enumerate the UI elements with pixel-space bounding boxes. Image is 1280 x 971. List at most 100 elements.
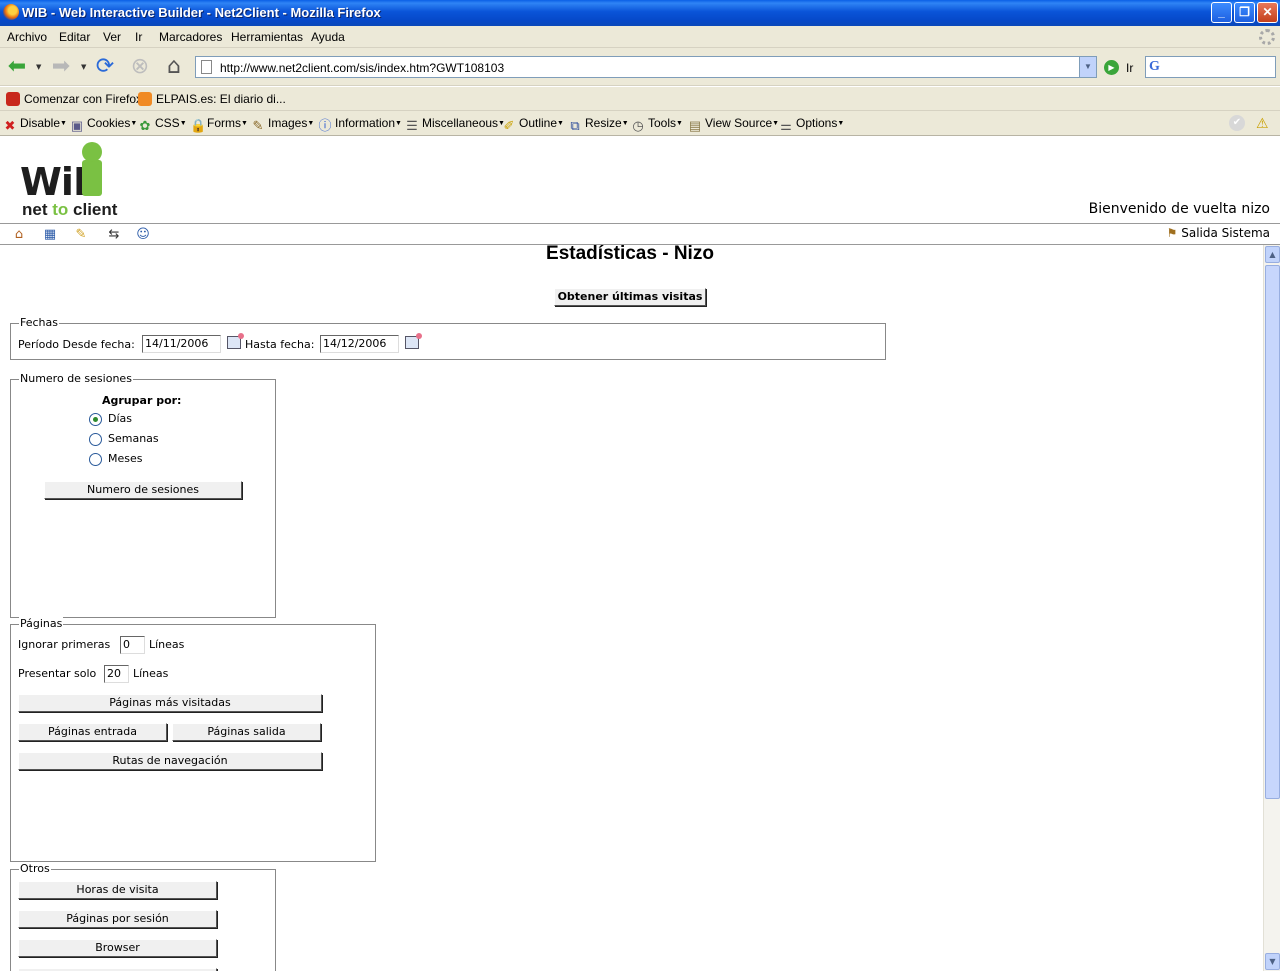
menu-ayuda[interactable]: Ayuda xyxy=(311,30,345,44)
home-app-icon[interactable]: ⌂ xyxy=(10,226,28,243)
browser-button[interactable]: Browser xyxy=(18,939,217,957)
page-icon xyxy=(201,60,212,74)
devtool-view-source[interactable]: ▤ View Source▼ xyxy=(688,116,779,133)
menu-marcadores[interactable]: Marcadores xyxy=(159,30,222,44)
menu-ver[interactable]: Ver xyxy=(103,30,121,44)
radio-meses[interactable] xyxy=(89,453,102,466)
menu-editar[interactable]: Editar xyxy=(59,30,90,44)
from-date-input[interactable]: 14/11/2006 xyxy=(142,335,221,353)
paginas-legend: Páginas xyxy=(19,617,64,630)
logo-i-bar xyxy=(82,160,102,196)
latest-visits-button[interactable]: Obtener últimas visitas xyxy=(554,288,706,306)
devtool-label: Outline xyxy=(519,116,558,130)
devtool-tools[interactable]: ◷ Tools▼ xyxy=(631,116,683,133)
home-button[interactable]: ⌂ xyxy=(161,54,187,80)
link-app-icon[interactable]: ⇆ xyxy=(101,226,127,243)
radio-semanas[interactable] xyxy=(89,433,102,446)
back-history-dropdown[interactable]: ▼ xyxy=(36,63,41,71)
scroll-down-button[interactable]: ▼ xyxy=(1265,953,1280,970)
show-only-label: Presentar solo xyxy=(18,667,97,680)
navigation-routes-button[interactable]: Rutas de navegación xyxy=(18,752,322,770)
url-history-dropdown[interactable]: ▼ xyxy=(1079,57,1096,77)
exit-pages-button[interactable]: Páginas salida xyxy=(172,723,321,741)
devtool-cookies[interactable]: ▣ Cookies▼ xyxy=(70,116,137,133)
rss-icon xyxy=(138,92,152,106)
options-icon: ⚌ xyxy=(780,118,792,133)
entry-pages-button[interactable]: Páginas entrada xyxy=(18,723,167,741)
warning-icon[interactable]: ⚠ xyxy=(1256,115,1269,132)
maximize-button[interactable]: ❐ xyxy=(1234,2,1255,23)
pages-per-session-button[interactable]: Páginas por sesión xyxy=(18,910,217,928)
to-date-label: Hasta fecha: xyxy=(245,338,315,351)
devtool-options[interactable]: ⚌ Options▼ xyxy=(779,116,844,133)
back-button[interactable]: ⬅ xyxy=(4,54,30,80)
ignore-first-input[interactable]: 0 xyxy=(120,636,145,654)
visit-hours-button[interactable]: Horas de visita xyxy=(18,881,217,899)
view-source-icon: ▤ xyxy=(688,118,702,133)
devtool-resize[interactable]: ⧉ Resize▼ xyxy=(568,116,628,133)
go-icon[interactable]: ▶ xyxy=(1104,60,1119,75)
devtool-css[interactable]: ✿ CSS▼ xyxy=(138,116,187,133)
resize-icon: ⧉ xyxy=(570,118,580,133)
scroll-up-button[interactable]: ▲ xyxy=(1265,246,1280,263)
miscellaneous-icon: ☰ xyxy=(406,118,418,133)
from-date-label: Período Desde fecha: xyxy=(18,338,135,351)
scroll-thumb[interactable] xyxy=(1265,265,1280,799)
devtool-images[interactable]: ✎ Images▼ xyxy=(251,116,315,133)
radio-dias[interactable] xyxy=(89,413,102,426)
devtool-label: Tools xyxy=(648,116,677,130)
show-lines-unit: Líneas xyxy=(133,667,169,680)
bookmark-elpais[interactable]: ELPAIS.es: El diario di... xyxy=(138,92,286,106)
search-input[interactable]: G xyxy=(1145,56,1276,78)
menu-archivo[interactable]: Archivo xyxy=(7,30,47,44)
forward-button[interactable]: ➡ xyxy=(48,54,74,80)
from-calendar-icon[interactable] xyxy=(227,333,244,349)
go-label[interactable]: Ir xyxy=(1126,61,1133,75)
devtool-label: Disable xyxy=(20,116,61,130)
url-bar[interactable]: http://www.net2client.com/sis/index.htm?… xyxy=(195,56,1097,78)
devtool-information[interactable]: ⓘ Information▼ xyxy=(318,116,401,133)
firefox-bookmark-icon xyxy=(6,92,20,106)
devtool-disable[interactable]: ✖ Disable▼ xyxy=(3,116,67,133)
devtool-label: Information xyxy=(335,116,396,130)
logout-link[interactable]: ⚑ Salida Sistema xyxy=(1167,226,1270,240)
most-visited-pages-button[interactable]: Páginas más visitadas xyxy=(18,694,322,712)
devtool-outline[interactable]: ✐ Outline▼ xyxy=(502,116,564,133)
menu-ir[interactable]: Ir xyxy=(135,30,142,44)
close-button[interactable]: ✕ xyxy=(1257,2,1278,23)
validation-ok-icon[interactable]: ✔ xyxy=(1229,115,1245,131)
reload-button[interactable]: ⟳ xyxy=(92,54,118,80)
calendar-app-icon[interactable]: ▦ xyxy=(41,226,59,243)
devtool-label: Miscellaneous xyxy=(422,116,499,130)
menu-herramientas[interactable]: Herramientas xyxy=(231,30,303,44)
minimize-button[interactable]: _ xyxy=(1211,2,1232,23)
stop-button[interactable]: ⊗ xyxy=(127,54,153,80)
forward-history-dropdown[interactable]: ▼ xyxy=(81,63,86,71)
devtool-label: Options xyxy=(796,116,838,130)
devtool-forms[interactable]: 🔒Forms▼ xyxy=(190,116,248,133)
throbber-icon xyxy=(1259,29,1275,45)
users-app-icon[interactable]: ☺ xyxy=(134,226,152,243)
cookies-icon: ▣ xyxy=(70,118,84,133)
menu-bar: Archivo Editar Ver Ir Marcadores Herrami… xyxy=(0,26,1280,48)
vertical-scrollbar[interactable]: ▲ ▼ xyxy=(1263,245,1280,971)
fechas-legend: Fechas xyxy=(19,316,59,329)
edit-app-icon[interactable]: ✎ xyxy=(72,226,90,243)
welcome-message: Bienvenido de vuelta nizo xyxy=(1088,201,1270,217)
show-only-input[interactable]: 20 xyxy=(104,665,129,683)
wib-logo: WiB net to client xyxy=(20,138,152,219)
images-icon: ✎ xyxy=(252,118,264,133)
fechas-fieldset: Fechas Período Desde fecha: 14/11/2006 H… xyxy=(10,316,886,360)
devtool-miscellaneous[interactable]: ☰ Miscellaneous▼ xyxy=(405,116,505,133)
search-engine-icon[interactable]: G xyxy=(1149,59,1160,75)
sessions-count-button[interactable]: Numero de sesiones xyxy=(44,481,242,499)
bookmark-label: ELPAIS.es: El diario di... xyxy=(156,92,286,106)
ignore-lines-unit: Líneas xyxy=(149,638,185,651)
logo-tag-client: client xyxy=(73,200,118,219)
radio-dias-label: Días xyxy=(108,412,132,425)
to-calendar-icon[interactable] xyxy=(405,333,422,349)
logo-tag-to: to xyxy=(52,200,69,219)
to-date-input[interactable]: 14/12/2006 xyxy=(320,335,399,353)
bookmark-comenzar[interactable]: Comenzar con Firefox xyxy=(6,92,142,106)
sesiones-legend: Numero de sesiones xyxy=(19,372,133,385)
